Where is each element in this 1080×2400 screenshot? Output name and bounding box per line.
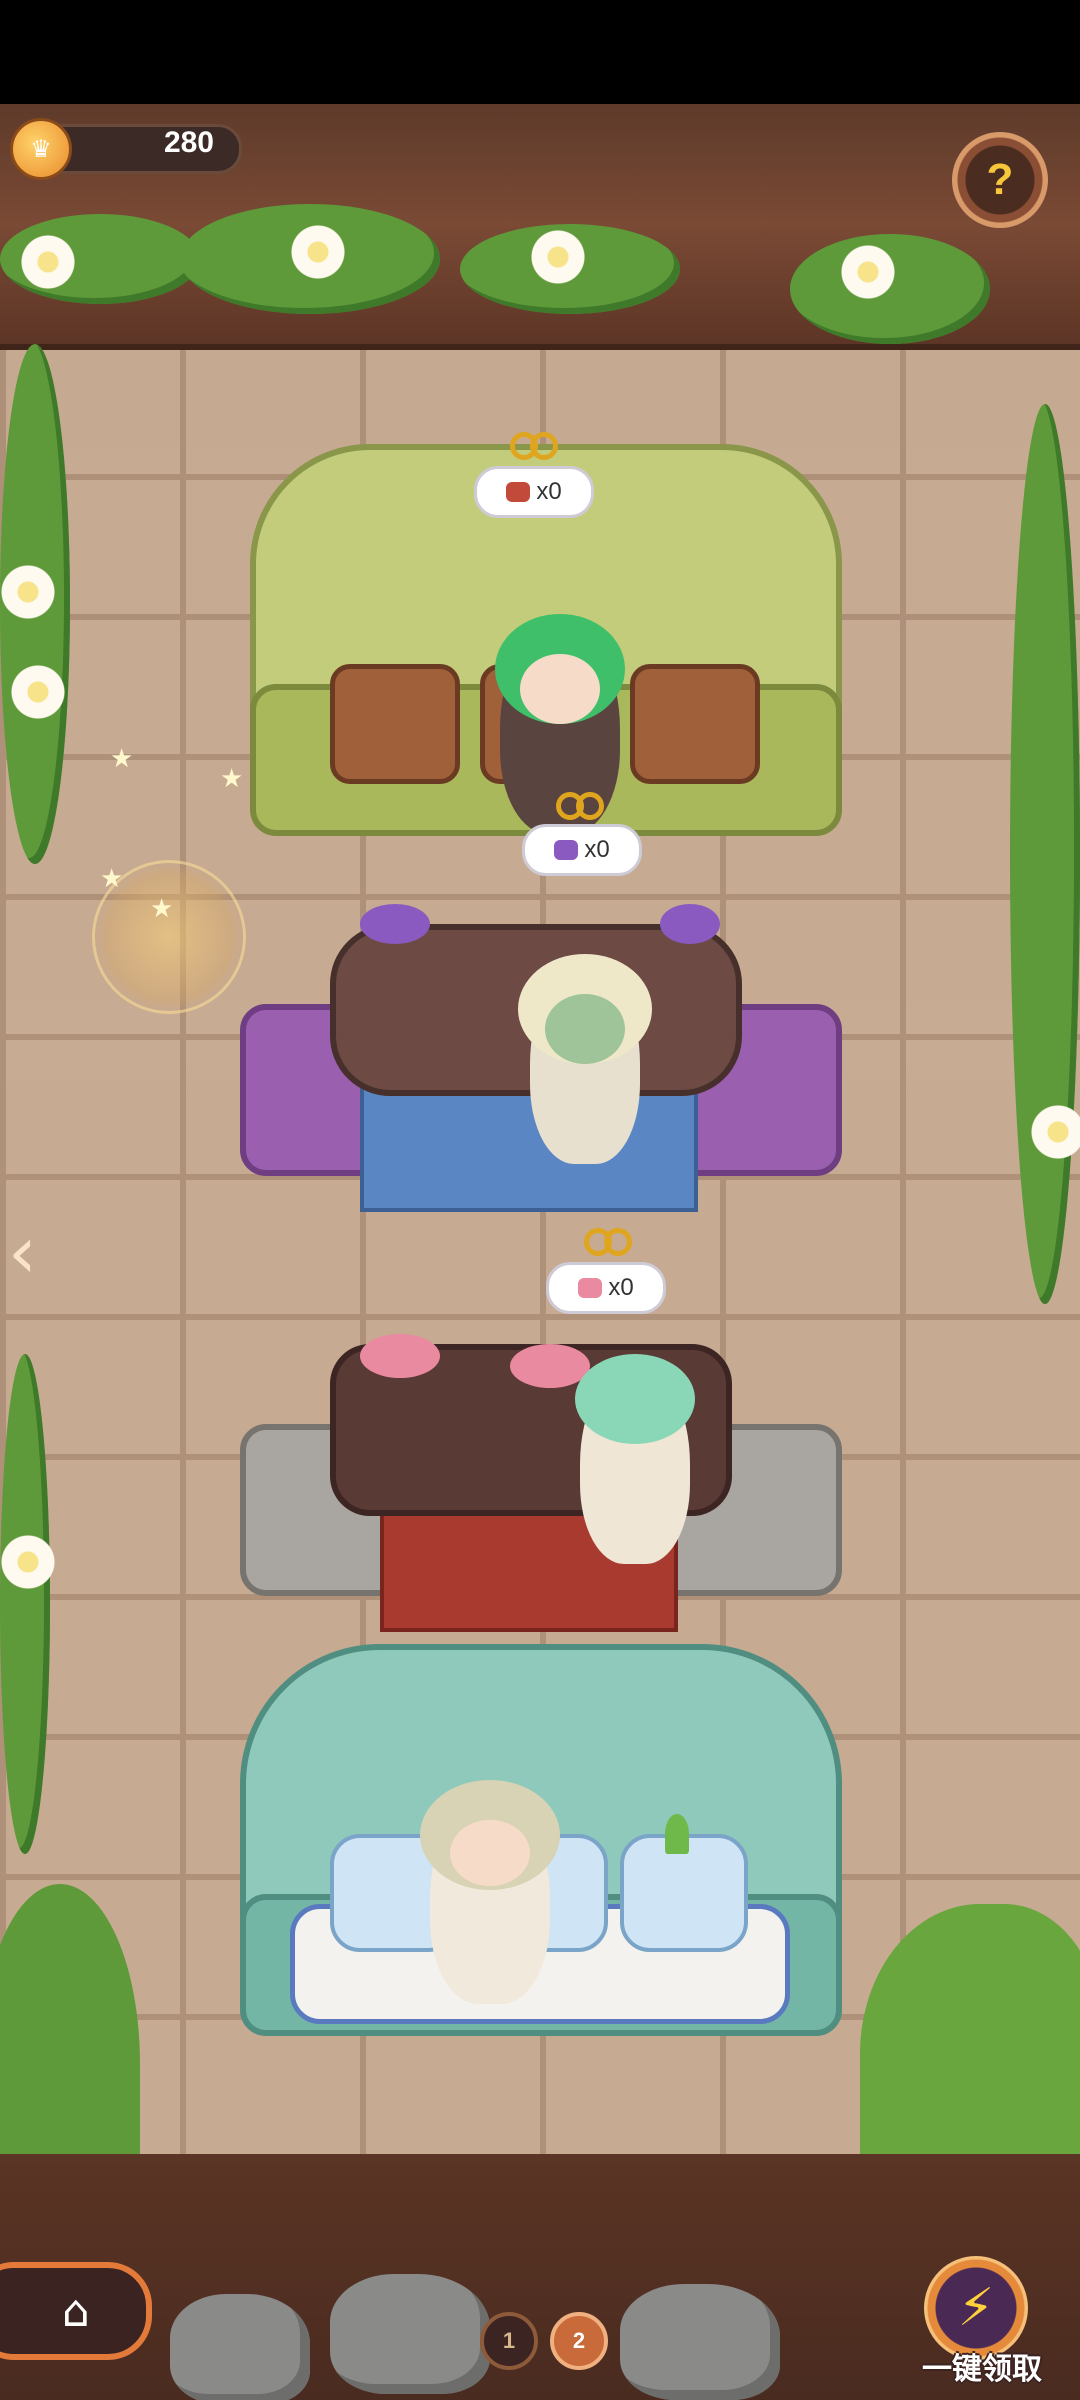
- purple-mushroom-icon: [554, 840, 579, 860]
- mint-hair: [575, 1354, 695, 1444]
- rock: [620, 2284, 780, 2400]
- flower-icon: [1030, 1104, 1080, 1160]
- sprout-icon: [665, 1814, 689, 1854]
- home-button[interactable]: ⌂: [0, 2262, 152, 2360]
- home-icon: ⌂: [62, 2285, 90, 2337]
- previous-page-arrow[interactable]: ‹: [8, 1212, 64, 1292]
- key-icon: [584, 1228, 632, 1258]
- rock: [330, 2274, 490, 2394]
- collect-all-button[interactable]: ⚡ 一键领取: [910, 2256, 1060, 2400]
- reward-bubble-fungus[interactable]: x0: [546, 1262, 666, 1314]
- purple-mushroom: [660, 904, 720, 944]
- help-icon: ?: [986, 155, 1014, 204]
- reward-count: x0: [584, 836, 610, 863]
- key-icon: [556, 792, 604, 822]
- forge-pot: [630, 664, 760, 784]
- help-button[interactable]: ?: [952, 132, 1048, 228]
- sparkle-icon: ★: [220, 764, 244, 794]
- crown-coin-icon: ♛: [10, 118, 72, 180]
- forge-pot: [330, 664, 460, 784]
- collect-all-label: 一键领取: [922, 2352, 1042, 2387]
- sparkle-icon: ★: [100, 864, 124, 894]
- blue-cloth: [360, 1084, 698, 1212]
- flower-icon: [0, 564, 56, 620]
- purple-mushroom: [360, 904, 430, 944]
- pink-fungus: [360, 1334, 440, 1378]
- red-ore-icon: [506, 482, 531, 502]
- page-indicator-1[interactable]: 1: [480, 2312, 538, 2370]
- station-mushroom-log[interactable]: [240, 884, 842, 1304]
- rock: [170, 2294, 310, 2400]
- sparkle-icon: ★: [110, 744, 134, 774]
- flower-icon: [530, 229, 586, 285]
- sparkle-icon: ★: [150, 894, 174, 924]
- flower-icon: [10, 664, 66, 720]
- reward-count: x0: [608, 1274, 634, 1301]
- vine-right: [1010, 404, 1080, 1304]
- flower-icon: [0, 1534, 56, 1590]
- flower-icon: [20, 234, 76, 290]
- reward-count: x0: [536, 478, 562, 505]
- face: [450, 1820, 530, 1886]
- vine-left-lower: [0, 1354, 50, 1854]
- face: [545, 994, 625, 1064]
- flower-icon: [840, 244, 896, 300]
- pink-fungus-icon: [578, 1278, 603, 1298]
- flower-icon: [290, 224, 346, 280]
- workshop-scene: ★ ★ ★ ★ x0 x0 x0: [0, 104, 1080, 2400]
- status-bar: [0, 0, 1080, 104]
- reward-bubble-forge[interactable]: x0: [474, 466, 594, 518]
- station-sprout-pots[interactable]: [240, 1644, 842, 2114]
- currency-value: 280: [163, 126, 214, 159]
- pink-fungus: [510, 1344, 590, 1388]
- key-icon: [510, 432, 558, 462]
- face: [520, 654, 600, 724]
- reward-bubble-mushroom[interactable]: x0: [522, 824, 642, 876]
- currency-display: ♛ 280: [10, 118, 242, 180]
- page-indicator-2[interactable]: 2: [550, 2312, 608, 2370]
